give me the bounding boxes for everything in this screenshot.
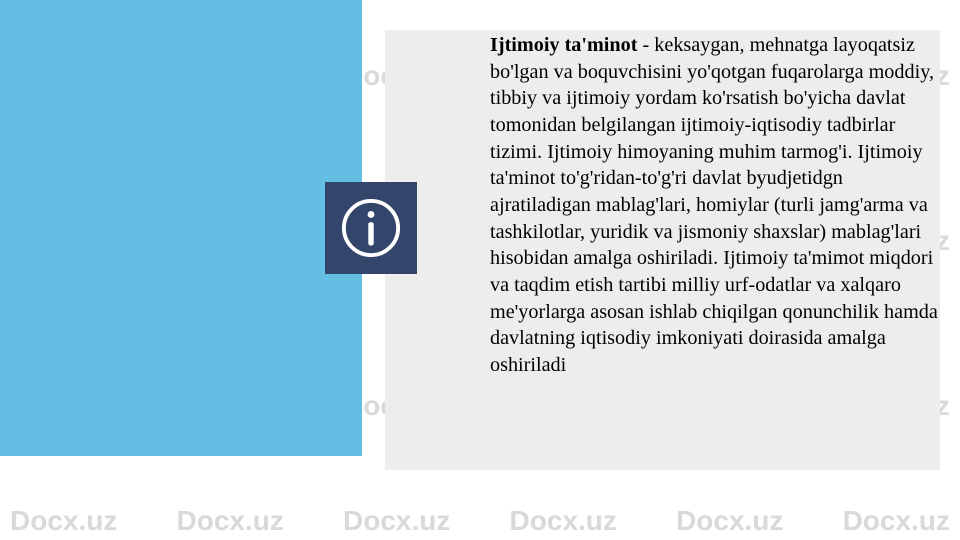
decorative-blue-block	[0, 0, 362, 456]
watermark-text: Docx.uz	[676, 505, 783, 537]
watermark-text: Docx.uz	[10, 505, 117, 537]
info-icon	[340, 197, 402, 259]
watermark-text: Docx.uz	[510, 505, 617, 537]
content-heading: Ijtimoiy ta'minot	[490, 34, 637, 56]
content-paragraph: - keksaygan, mehnatga layoqatsiz bo'lgan…	[490, 34, 938, 376]
watermark-text: Docx.uz	[177, 505, 284, 537]
watermark-text: Docx.uz	[843, 505, 950, 537]
info-tile	[325, 182, 417, 274]
watermark-text: Docx.uz	[343, 505, 450, 537]
body-text: Ijtimoiy ta'minot - keksaygan, mehnatga …	[490, 32, 945, 379]
